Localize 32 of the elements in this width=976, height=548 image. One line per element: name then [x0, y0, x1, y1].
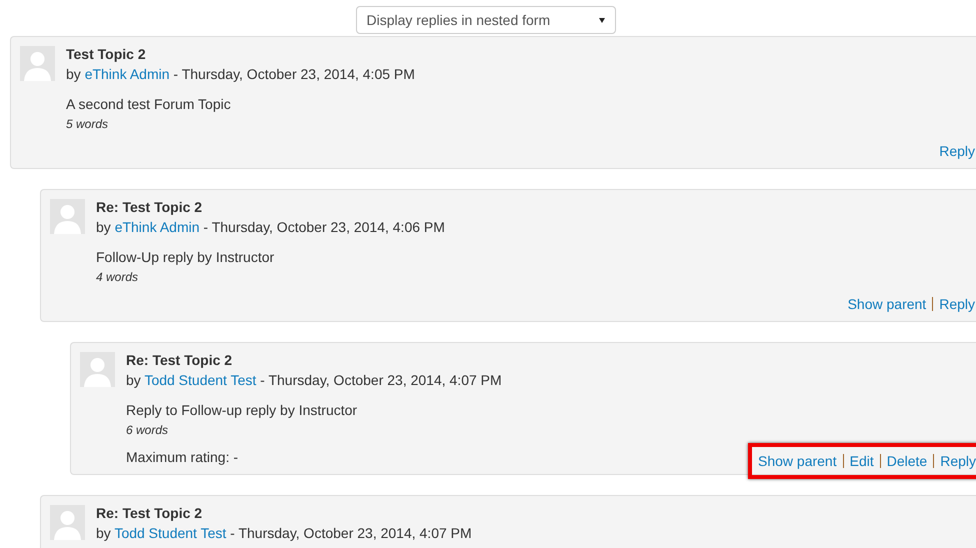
post-action-link[interactable]: Reply: [939, 143, 975, 159]
post-subject: Re: Test Topic 2: [96, 505, 204, 521]
author-link[interactable]: Todd Student Test: [114, 525, 226, 541]
post-message: Follow-Up reply by Instructor: [96, 249, 276, 265]
word-count: 6 words: [126, 423, 170, 437]
word-count: 4 words: [96, 270, 140, 284]
avatar-icon: [50, 199, 85, 234]
author-link[interactable]: eThink Admin: [84, 66, 170, 82]
post-subject: Re: Test Topic 2: [96, 199, 204, 215]
avatar-icon: [50, 505, 85, 540]
display-mode-select[interactable]: Display replies in nested form: [356, 6, 616, 34]
post-action-link[interactable]: Show parent: [848, 296, 926, 312]
post-action-link[interactable]: Edit: [850, 453, 874, 469]
author-link[interactable]: eThink Admin: [114, 219, 200, 235]
post-action-link[interactable]: Reply: [939, 296, 975, 312]
post-subject: Test Topic 2: [66, 46, 147, 62]
word-count: 5 words: [66, 117, 110, 131]
avatar-icon: [80, 352, 115, 387]
post-action-link[interactable]: Delete: [886, 453, 928, 469]
avatar-icon: [20, 46, 55, 81]
post-message: A second test Forum Topic: [66, 96, 232, 112]
author-link[interactable]: Todd Student Test: [144, 372, 256, 388]
post-action-link[interactable]: Show parent: [758, 453, 837, 469]
rating-label: Maximum rating: -: [126, 449, 238, 465]
post-message: Reply to Follow-up reply by Instructor: [126, 402, 358, 418]
post-byline: by eThink Admin - Thursday, October 23, 2014, 4:06 PM: [96, 218, 446, 237]
post-action-link[interactable]: Reply: [940, 453, 976, 469]
post-byline: by Todd Student Test - Thursday, October 23, 2014, 4:07 PM: [126, 371, 503, 390]
post-byline: by eThink Admin - Thursday, October 23, 2014, 4:05 PM: [66, 65, 416, 84]
post-byline: by Todd Student Test - Thursday, October 23, 2014, 4:07 PM: [96, 524, 473, 543]
caret-icon: [598, 18, 604, 22]
post-subject: Re: Test Topic 2: [126, 352, 234, 368]
